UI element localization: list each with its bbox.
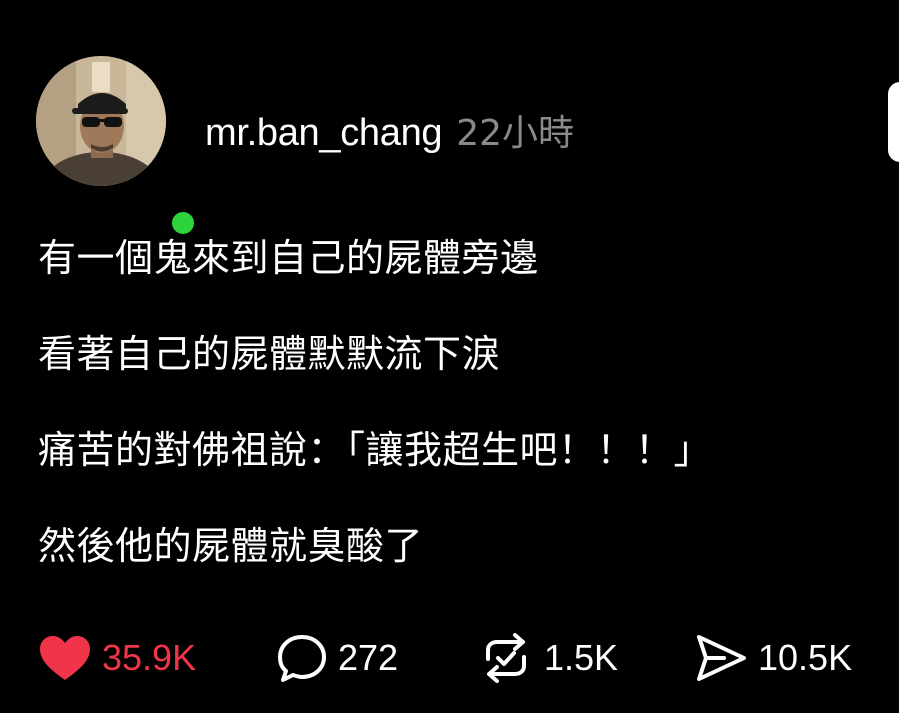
like-count: 35.9K [102,637,197,678]
side-panel-tab[interactable] [888,82,899,162]
heart-icon [38,634,92,682]
post-line: 看著自己的屍體默默流下淚 [38,332,501,376]
username[interactable]: mr.ban_chang [205,112,443,155]
like-button[interactable]: 35.9K [38,630,196,686]
comment-bubble-icon [276,633,328,683]
share-button[interactable]: 10.5K [694,630,852,686]
avatar-container[interactable] [36,56,198,238]
post-time: 22小時 [456,113,575,154]
post-body: 有一個鬼來到自己的屍體旁邊 看著自己的屍體默默流下淚 痛苦的對佛祖說：「讓我超生… [38,228,712,612]
avatar[interactable] [36,56,166,186]
repost-icon [478,633,534,683]
post-line: 痛苦的對佛祖說：「讓我超生吧！！！」 [38,428,713,472]
post-line: 然後他的屍體就臭酸了 [38,524,424,568]
post-card: mr.ban_chang 22小時 有一個鬼來到自己的屍體旁邊 看著自己的屍體默… [0,0,899,713]
comment-count: 272 [338,637,399,678]
post-header: mr.ban_chang 22小時 [205,104,574,155]
post-line: 有一個鬼來到自己的屍體旁邊 [38,236,539,280]
action-bar: 35.9K 272 1.5K 10.5K [38,630,878,686]
share-count: 10.5K [758,637,853,678]
comment-button[interactable]: 272 [276,630,398,686]
repost-button[interactable]: 1.5K [478,630,618,686]
send-icon [694,633,748,683]
repost-count: 1.5K [544,637,619,678]
